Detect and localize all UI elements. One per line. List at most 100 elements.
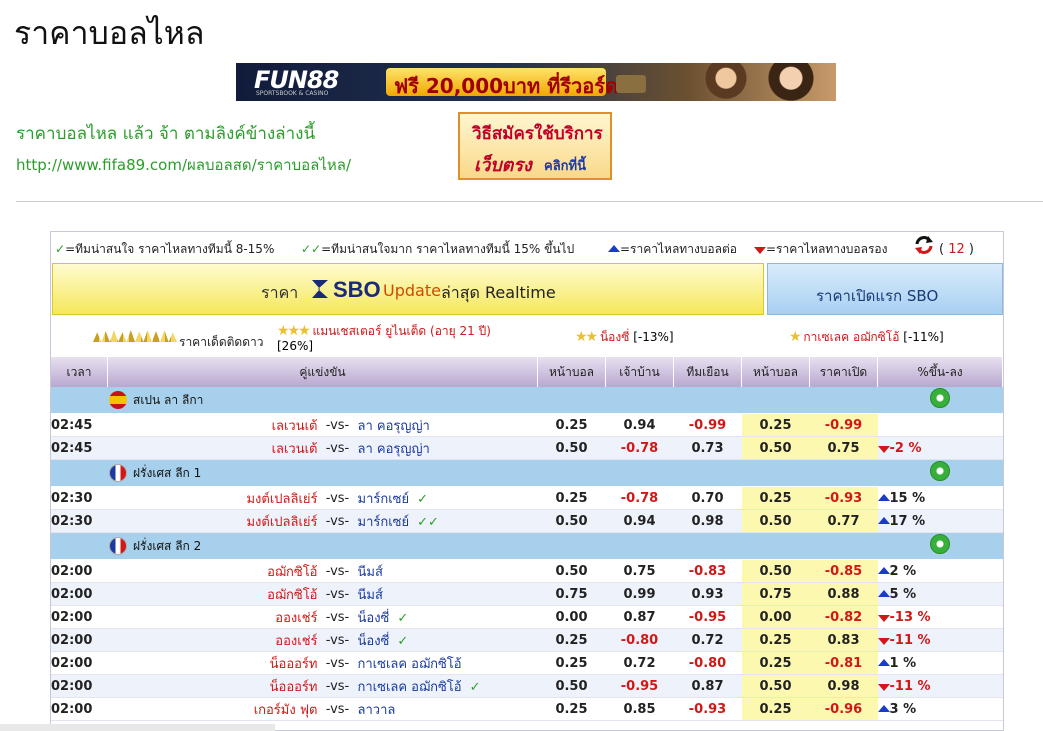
table-row[interactable]: 02:00 น็อออร์ท -vs- กาเซเลค อฌักซิโอ้ 0.25 0.… [51, 651, 1003, 675]
fun88-banner[interactable]: FUN88 SPORTSBOOK & CASINO ฟรี 20,000บาท … [236, 63, 836, 101]
change-cell: -11 % [877, 674, 1003, 698]
table-row[interactable]: 02:30 มงต์เปลลิเย่ร์ -vs- มาร์กเซย์ ✓ 0.25 -0.… [51, 486, 1003, 510]
table-row[interactable]: 02:00 น็อออร์ท -vs- กาเซเลค อฌักซิโอ้ ✓ 0.50-… [51, 674, 1003, 698]
tab-sbo-brand: SBO [333, 277, 381, 302]
table-row[interactable]: 02:00 เกอร์มัง ฟุต -vs- ลาวาล 0.25 0.85 -0.93 0… [51, 697, 1003, 721]
away-team[interactable]: กาเซเลค อฌักซิโอ้ [357, 651, 538, 675]
star-icon: ★ [789, 329, 801, 345]
up-arrow-icon [877, 566, 890, 574]
tab-sbo-realtime[interactable]: ราคา SBO Update ล่าสุด Realtime [52, 263, 764, 315]
change-value: 5 % [889, 586, 917, 602]
away-team-name: น็องซี่ [357, 633, 390, 649]
legend-down-text: =ราคาไหลทางบอลรอง [766, 242, 888, 256]
home-odds: 0.87 [605, 605, 674, 629]
vs-label: -vs- [317, 651, 358, 675]
home-odds: -0.80 [605, 628, 674, 652]
home-team[interactable]: มงต์เปลลิเย่ร์ [107, 509, 318, 533]
featured-team-2[interactable]: ★★ น็องซี่ [-13%] [575, 328, 674, 347]
table-row[interactable]: 02:00 อองเช่ร์ -vs- น็องซี่ ✓ 0.00 0.87 -0.95 0.… [51, 605, 1003, 629]
handicap: 0.00 [537, 605, 606, 629]
table-row[interactable]: 02:00 อฌักซิโอ้ -vs- นีมส์ 0.50 0.75 -0.83 0.50… [51, 559, 1003, 583]
refresh-league-icon[interactable] [930, 461, 950, 481]
refresh-league-icon[interactable] [930, 388, 950, 408]
home-team[interactable]: น็อออร์ท [107, 651, 318, 675]
check-icon: ✓ [397, 610, 409, 626]
check-icon: ✓ [397, 633, 409, 649]
away-team-name: ลา คอรุญญ่า [357, 418, 430, 434]
intro-text: ราคาบอลไหล แล้ว จ้า ตามลิงค์ข้างล่างนี้ [16, 124, 316, 144]
table-row[interactable]: 02:45 เลเวนเต้ -vs- ลา คอรุญญ่า 0.25 0.94 -0.9… [51, 413, 1003, 437]
match-time: 02:00 [51, 651, 108, 675]
away-team[interactable]: ลาวาล [357, 697, 538, 721]
home-team[interactable]: อองเช่ร์ [107, 605, 318, 629]
signup-button[interactable]: วิธีสมัครใช้บริการ เว็บตรง คลิกที่นี้ [458, 112, 612, 180]
odds-panel: ✓=ทีมน่าสนใจ ราคาไหลทางทีมนี้ 8-15% ✓✓=ท… [50, 231, 1004, 731]
home-odds: 0.85 [605, 697, 674, 721]
header-match: คู่แข่งขัน [107, 357, 538, 387]
tab-sbo-suffix: ล่าสุด Realtime [441, 283, 556, 302]
away-team[interactable]: กาเซเลค อฌักซิโอ้ ✓ [357, 674, 538, 698]
down-arrow-icon [877, 637, 890, 645]
open-price: 0.88 [809, 582, 878, 606]
home-team[interactable]: อฌักซิโอ้ [107, 582, 318, 606]
home-team[interactable]: เลเวนเต้ [107, 436, 318, 460]
tab-open-price[interactable]: ราคาเปิดแรก SBO [767, 263, 1003, 315]
away-odds: 0.98 [673, 509, 742, 533]
up-arrow-icon [877, 589, 890, 597]
featured-team-2-pct: [-13%] [633, 330, 674, 344]
featured-team-1[interactable]: ★★★ แมนเชสเตอร์ ยูไนเต็ด (อายุ 21 ปี) [2… [277, 324, 527, 354]
table-row[interactable]: 02:45 เลเวนเต้ -vs- ลา คอรุญญ่า 0.50 -0.78 0.7… [51, 436, 1003, 460]
vs-label: -vs- [317, 628, 358, 652]
vs-label: -vs- [317, 605, 358, 629]
home-odds: -0.78 [605, 436, 674, 460]
table-row[interactable]: 02:00 อฌักซิโอ้ -vs- นีมส์ 0.75 0.99 0.93 0.75 0… [51, 582, 1003, 606]
featured-team-3-name: กาเซเลค อฌักซิโอ้ [803, 330, 900, 344]
intro-link[interactable]: http://www.fifa89.com/ผลบอลสด/ราคาบอลไหล… [16, 153, 351, 177]
home-team[interactable]: เลเวนเต้ [107, 413, 318, 437]
check-icon: ✓ [417, 491, 429, 507]
legend-one-check-text: =ทีมน่าสนใจ ราคาไหลทางทีมนี้ 8-15% [65, 242, 275, 256]
handicap: 0.25 [537, 413, 606, 437]
home-team[interactable]: อฌักซิโอ้ [107, 559, 318, 583]
refresh-league-icon[interactable] [930, 534, 950, 554]
star-icon: ★★ [575, 329, 598, 345]
away-team-name: นีมส์ [357, 564, 383, 580]
open-handicap: 0.50 [741, 436, 810, 460]
league-toggle-cell [877, 459, 1003, 487]
change-value: 2 % [889, 563, 917, 579]
away-team[interactable]: ลา คอรุญญ่า [357, 413, 538, 437]
check-icon: ✓ [55, 242, 66, 256]
away-team[interactable]: นีมส์ [357, 559, 538, 583]
home-team[interactable]: น็อออร์ท [107, 674, 318, 698]
away-odds: 0.93 [673, 582, 742, 606]
featured-team-3[interactable]: ★ กาเซเลค อฌักซิโอ้ [-11%] [789, 328, 944, 347]
header-change: %ขึ้น-ลง [877, 357, 1003, 387]
away-team[interactable]: นีมส์ [357, 582, 538, 606]
away-team[interactable]: มาร์กเซย์ ✓ [357, 486, 538, 510]
match-time: 02:00 [51, 605, 108, 629]
match-time: 02:00 [51, 628, 108, 652]
league-name-cell: ฝรั่งเศส ลีก 2 [51, 532, 878, 560]
away-team[interactable]: น็องซี่ ✓ [357, 628, 538, 652]
header-open-hdp: หน้าบอล [741, 357, 810, 387]
away-team-name: กาเซเลค อฌักซิโอ้ [357, 656, 462, 672]
legend-two-check: ✓✓=ทีมน่าสนใจมาก ราคาไหลทางทีมนี้ 15% ขึ… [301, 240, 574, 259]
away-team-name: ลา คอรุญญ่า [357, 441, 430, 457]
change-cell: 1 % [877, 651, 1003, 675]
table-row[interactable]: 02:00 อองเช่ร์ -vs- น็องซี่ ✓ 0.25 -0.80 0.72 0.… [51, 628, 1003, 652]
home-team[interactable]: อองเช่ร์ [107, 628, 318, 652]
away-team[interactable]: น็องซี่ ✓ [357, 605, 538, 629]
home-team[interactable]: มงต์เปลลิเย่ร์ [107, 486, 318, 510]
handicap: 0.25 [537, 697, 606, 721]
table-row[interactable]: 02:30 มงต์เปลลิเย่ร์ -vs- มาร์กเซย์ ✓✓ 0.50 0.… [51, 509, 1003, 533]
league-row: ฝรั่งเศส ลีก 1 [51, 459, 1003, 487]
horizontal-scrollbar[interactable] [0, 724, 275, 731]
away-team[interactable]: ลา คอรุญญ่า [357, 436, 538, 460]
home-team[interactable]: เกอร์มัง ฟุต [107, 697, 318, 721]
away-odds: 0.87 [673, 674, 742, 698]
vs-label: -vs- [317, 674, 358, 698]
vs-label: -vs- [317, 582, 358, 606]
signup-line1: วิธีสมัครใช้บริการ [472, 124, 603, 144]
away-team[interactable]: มาร์กเซย์ ✓✓ [357, 509, 538, 533]
refresh-icon[interactable] [913, 234, 935, 256]
